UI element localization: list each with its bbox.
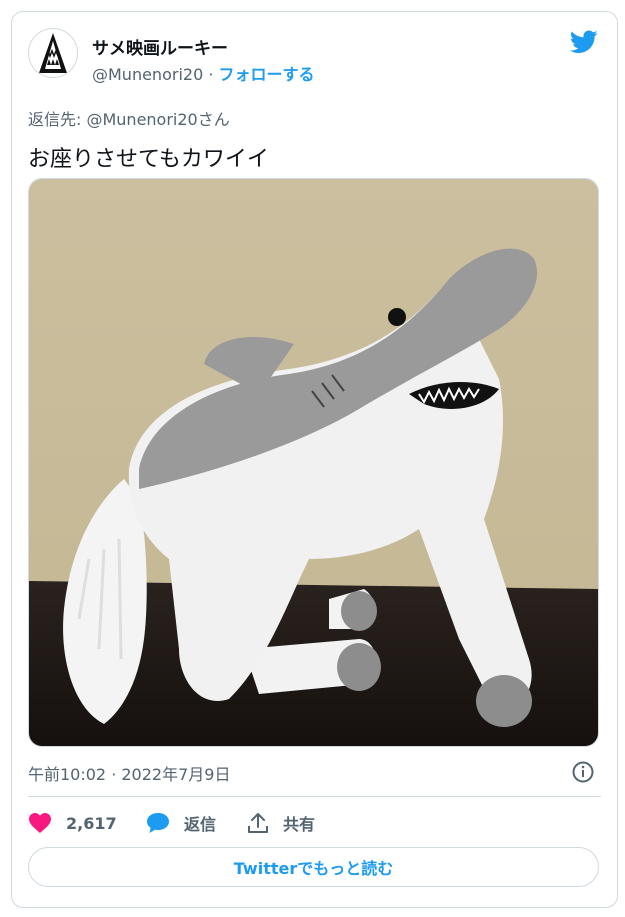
tweet-photo[interactable] [28, 178, 599, 747]
share-button[interactable]: 共有 [247, 810, 315, 836]
reply-to-label[interactable]: 返信先: @Munenori20さん [28, 106, 230, 130]
embedded-tweet-card: サメ映画ルーキー @Munenori20 · フォローする 返信先: @Mune… [11, 11, 618, 908]
heart-icon [29, 813, 51, 833]
shark-jaw-avatar-image [39, 33, 67, 73]
avatar[interactable] [28, 28, 78, 78]
divider [28, 796, 601, 797]
display-name[interactable]: サメ映画ルーキー [92, 34, 228, 59]
twitter-bird-icon[interactable] [570, 30, 598, 54]
upload-icon [248, 813, 268, 833]
info-icon[interactable] [571, 760, 595, 784]
like-count: 2,617 [66, 813, 117, 833]
user-handle[interactable]: @Munenori20 [92, 65, 203, 84]
share-label: 共有 [283, 815, 316, 834]
tweet-text: お座りさせてもカワイイ [28, 147, 269, 172]
reply-button[interactable]: 返信 [146, 810, 216, 836]
shark-plush-photo [29, 179, 598, 746]
separator: · [208, 65, 214, 84]
follow-button[interactable]: フォローする [219, 65, 315, 84]
timestamp[interactable]: 午前10:02 · 2022年7月9日 [28, 761, 230, 785]
reply-label: 返信 [184, 815, 217, 834]
speech-bubble-icon [147, 813, 169, 833]
handle-row: @Munenori20 · フォローする [92, 61, 315, 85]
read-more-button[interactable]: Twitterでもっと読む [28, 847, 599, 887]
like-button[interactable]: 2,617 [28, 810, 117, 836]
